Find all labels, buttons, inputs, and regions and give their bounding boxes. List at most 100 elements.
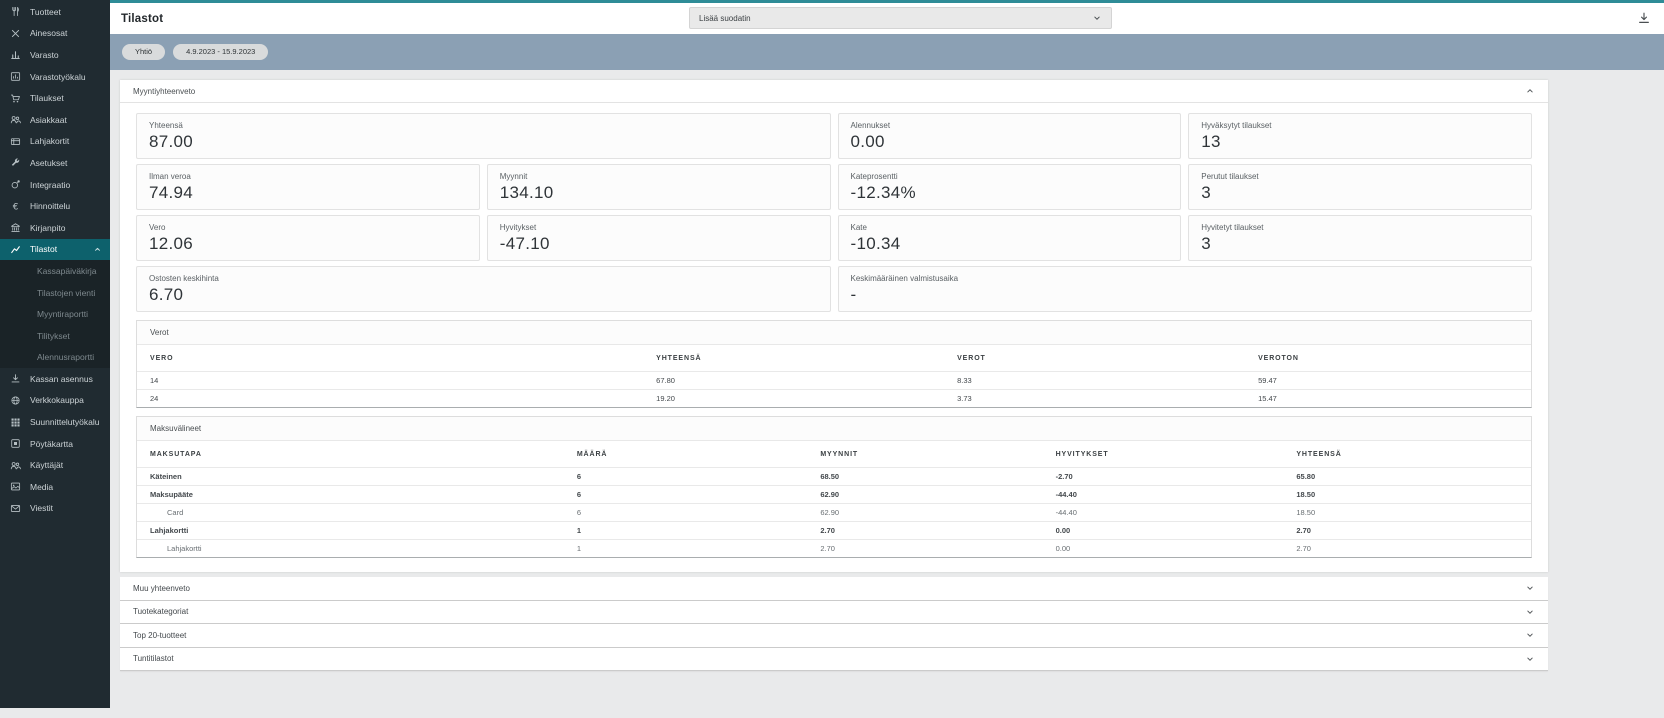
content-area: Myyntiyhteenveto Yhteensä 87.00 Alennuks… <box>110 70 1664 671</box>
sidebar-item-integraatio[interactable]: Integraatio <box>0 174 110 196</box>
accordion-muu-yhteenveto[interactable]: Muu yhteenveto <box>120 577 1548 601</box>
accordion-label: Muu yhteenveto <box>133 583 190 593</box>
sidebar-subitem-tilitykset[interactable]: Tilitykset <box>0 325 110 347</box>
kpi-card-grid: Yhteensä 87.00 Alennukset 0.00 Hyväksyty… <box>136 113 1532 312</box>
sidebar-item-asiakkaat[interactable]: Asiakkaat <box>0 109 110 131</box>
kpi-label: Myynnit <box>499 172 528 181</box>
cell: Lahjakortti <box>167 544 202 553</box>
cell: 68.50 <box>820 472 840 481</box>
chevron-down-icon <box>1525 654 1535 664</box>
accordion-tuotekategoriat[interactable]: Tuotekategoriat <box>120 600 1548 624</box>
sidebar-item-label: Kirjanpito <box>30 222 66 233</box>
chevron-down-icon <box>1525 607 1535 617</box>
sidebar-item-tilastot[interactable]: Tilastot <box>0 238 110 261</box>
sidebar-item-label: Verkkokauppa <box>30 395 84 406</box>
sidebar-item-label: Integraatio <box>30 179 71 190</box>
kpi-value: 6.70 <box>149 285 184 304</box>
sidebar-item-tuotteet[interactable]: Tuotteet <box>0 1 110 23</box>
chevron-down-icon <box>1525 630 1535 640</box>
sidebar-item-suunnittelutyokalu[interactable]: Suunnittelutyökalu <box>0 411 110 433</box>
kpi-card-ilman-veroa: Ilman veroa 74.94 <box>136 164 480 210</box>
sidebar-item-label: Tuotteet <box>30 6 61 17</box>
chevron-down-icon <box>1525 583 1535 593</box>
column-header: YHTEENSÄ <box>1296 450 1342 458</box>
sidebar-item-ainesosat[interactable]: Ainesosat <box>0 23 110 45</box>
kpi-value: 3 <box>1201 234 1212 253</box>
accordion-tuntitilastot[interactable]: Tuntitilastot <box>120 647 1548 671</box>
kpi-card-hyvaksytyt-tilaukset: Hyväksytyt tilaukset 13 <box>1188 113 1532 159</box>
sidebar-item-label: Käyttäjät <box>30 460 64 471</box>
accordion-top-20-tuotteet[interactable]: Top 20-tuotteet <box>120 624 1548 648</box>
cart-icon <box>10 93 21 104</box>
chevron-down-icon <box>1092 13 1102 23</box>
chart-box-icon <box>10 71 21 82</box>
kpi-label: Ilman veroa <box>149 172 191 181</box>
kpi-label: Alennukset <box>850 121 891 130</box>
download-icon <box>1637 11 1651 25</box>
cell: 6 <box>576 490 581 499</box>
sidebar-subitem-kassapaivakirja[interactable]: Kassapäiväkirja <box>0 260 110 282</box>
sidebar-item-kassan-asennus[interactable]: Kassan asennus <box>0 368 110 390</box>
sidebar-item-tilaukset[interactable]: Tilaukset <box>0 87 110 109</box>
cell: -44.40 <box>1055 508 1077 517</box>
sidebar-item-varasto[interactable]: Varasto <box>0 44 110 66</box>
cell: 2.70 <box>820 544 835 553</box>
bar-chart-icon <box>10 49 21 60</box>
sidebar-item-media[interactable]: Media <box>0 476 110 498</box>
main-area: Tilastot Lisää suodatin Yhtiö 4.9.2023 -… <box>110 0 1664 708</box>
export-download-button[interactable] <box>1637 11 1651 25</box>
sidebar-item-verkkokauppa[interactable]: Verkkokauppa <box>0 390 110 412</box>
add-filter-dropdown[interactable]: Lisää suodatin <box>689 7 1112 29</box>
kpi-card-perutut-tilaukset: Perutut tilaukset 3 <box>1188 164 1532 210</box>
payment-methods-table-title: Maksuvälineet <box>137 417 1531 441</box>
cell: 62.90 <box>820 490 840 499</box>
kpi-label: Hyvitetyt tilaukset <box>1201 223 1264 232</box>
grid-icon <box>10 417 21 428</box>
column-header: VEROT <box>957 354 986 362</box>
kpi-card-keskimaarainen-valmistusaika: Keskimääräinen valmistusaika - <box>837 266 1532 312</box>
kpi-label: Hyvitykset <box>499 223 537 232</box>
filter-chip-daterange[interactable]: 4.9.2023 - 15.9.2023 <box>173 43 269 61</box>
sidebar-subitem-myyntiraportti[interactable]: Myyntiraportti <box>0 303 110 325</box>
kpi-card-hyvitetyt-tilaukset: Hyvitetyt tilaukset 3 <box>1188 215 1532 261</box>
cell: 8.33 <box>957 376 972 385</box>
gift-card-icon <box>10 136 21 147</box>
kpi-card-ostosten-keskihinta: Ostosten keskihinta 6.70 <box>136 266 831 312</box>
users-icon <box>10 114 21 125</box>
sidebar-item-poytakartta[interactable]: Pöytäkartta <box>0 433 110 455</box>
sidebar-item-hinnoittelu[interactable]: Hinnoittelu <box>0 195 110 217</box>
cell: 14 <box>150 376 159 385</box>
kpi-card-vero: Vero 12.06 <box>136 215 480 261</box>
sidebar-item-label: Asiakkaat <box>30 114 67 125</box>
cell: 65.80 <box>1296 472 1316 481</box>
column-header: VERO <box>150 354 174 362</box>
line-chart-icon <box>10 244 21 255</box>
sales-summary-panel: Myyntiyhteenveto Yhteensä 87.00 Alennuks… <box>120 80 1548 572</box>
sidebar-subitem-tilastojen-vienti[interactable]: Tilastojen vienti <box>0 282 110 304</box>
sales-summary-body: Yhteensä 87.00 Alennukset 0.00 Hyväksyty… <box>120 103 1548 572</box>
sidebar: Tuotteet Ainesosat Varasto Varastotyökal… <box>0 0 110 708</box>
sidebar-item-viestit[interactable]: Viestit <box>0 498 110 520</box>
kpi-label: Hyväksytyt tilaukset <box>1201 121 1272 130</box>
sidebar-item-label: Pöytäkartta <box>30 438 73 449</box>
sidebar-item-asetukset[interactable]: Asetukset <box>0 152 110 174</box>
sidebar-item-kirjanpito[interactable]: Kirjanpito <box>0 217 110 239</box>
cell: Maksupääte <box>150 490 193 499</box>
bank-icon <box>10 222 21 233</box>
sidebar-item-lahjakortit[interactable]: Lahjakortit <box>0 131 110 153</box>
sidebar-item-label: Tilaukset <box>30 93 64 104</box>
kpi-card-alennukset: Alennukset 0.00 <box>837 113 1182 159</box>
cell: 67.80 <box>656 376 675 385</box>
sidebar-item-kayttajat[interactable]: Käyttäjät <box>0 454 110 476</box>
sidebar-item-varastotyokalu[interactable]: Varastotyökalu <box>0 66 110 88</box>
sales-summary-header[interactable]: Myyntiyhteenveto <box>120 80 1548 103</box>
sidebar-item-label: Varastotyökalu <box>30 71 86 82</box>
filter-chip-yhtio[interactable]: Yhtiö <box>122 43 166 61</box>
cell: 2.70 <box>820 526 835 535</box>
sidebar-item-label: Suunnittelutyökalu <box>30 417 100 428</box>
kpi-value: 74.94 <box>149 183 194 202</box>
kpi-value: -47.10 <box>499 234 550 253</box>
kpi-label: Yhteensä <box>149 121 183 130</box>
sidebar-subitem-alennusraportti[interactable]: Alennusraportti <box>0 347 110 369</box>
column-header: VEROTON <box>1258 354 1299 362</box>
